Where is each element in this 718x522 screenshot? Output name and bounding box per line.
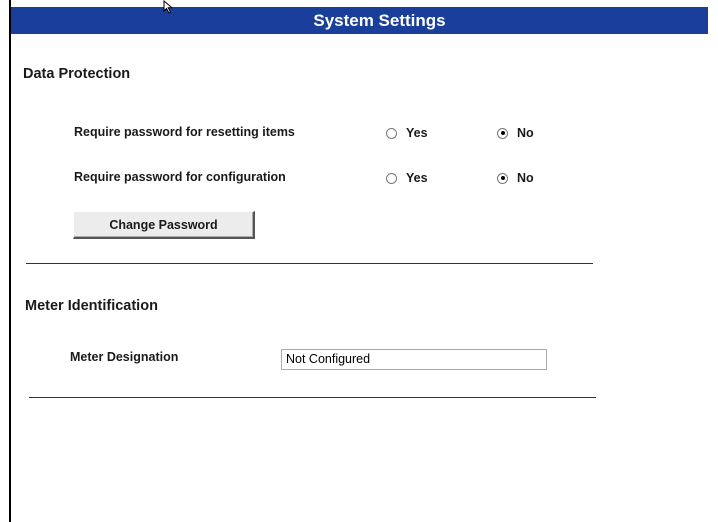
meter-designation-field[interactable]: Not Configured bbox=[281, 349, 547, 370]
radio-label: No bbox=[517, 171, 534, 185]
section-title-data-protection: Data Protection bbox=[23, 66, 131, 82]
radio-label: Yes bbox=[406, 126, 428, 140]
window-title: System Settings bbox=[313, 11, 446, 30]
radio-label: No bbox=[517, 126, 534, 140]
row-label-config-password: Require password for configuration bbox=[74, 170, 286, 184]
radio-unchecked-icon bbox=[386, 172, 397, 184]
section-title-meter-identification: Meter Identification bbox=[25, 298, 158, 314]
radio-config-no[interactable]: No bbox=[497, 171, 534, 185]
divider bbox=[26, 263, 593, 264]
row-label-reset-password: Require password for resetting items bbox=[74, 125, 295, 139]
radio-label: Yes bbox=[406, 171, 428, 185]
title-bar: System Settings bbox=[11, 7, 708, 34]
radio-reset-no[interactable]: No bbox=[497, 126, 534, 140]
mouse-pointer-icon bbox=[163, 0, 174, 14]
divider bbox=[29, 397, 596, 398]
radio-checked-icon bbox=[497, 127, 508, 139]
radio-config-yes[interactable]: Yes bbox=[386, 171, 428, 185]
window-left-border bbox=[9, 0, 11, 522]
radio-unchecked-icon bbox=[386, 127, 397, 139]
radio-reset-yes[interactable]: Yes bbox=[386, 126, 428, 140]
meter-designation-label: Meter Designation bbox=[70, 350, 179, 364]
radio-checked-icon bbox=[497, 172, 508, 184]
change-password-button[interactable]: Change Password bbox=[73, 211, 255, 239]
